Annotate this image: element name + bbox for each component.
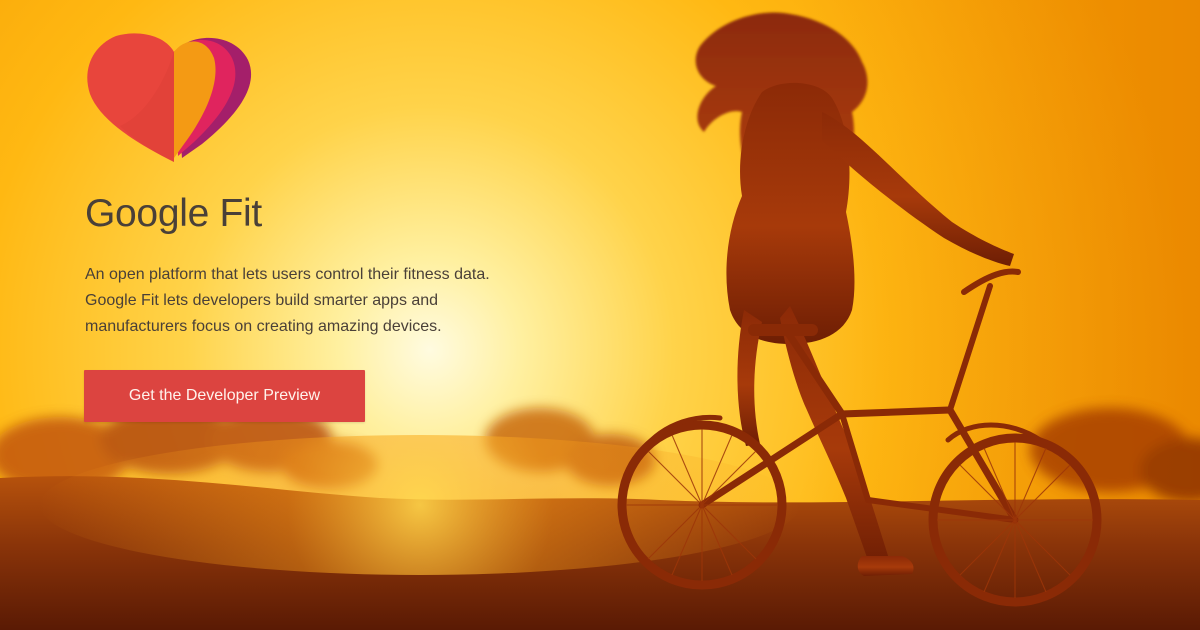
- hero-description: An open platform that lets users control…: [85, 266, 490, 335]
- hero-banner: Google Fit An open platform that lets us…: [0, 0, 1200, 630]
- google-fit-heart-logo: [87, 33, 252, 162]
- page-title: Google Fit: [85, 192, 262, 235]
- get-developer-preview-button[interactable]: Get the Developer Preview: [84, 370, 365, 422]
